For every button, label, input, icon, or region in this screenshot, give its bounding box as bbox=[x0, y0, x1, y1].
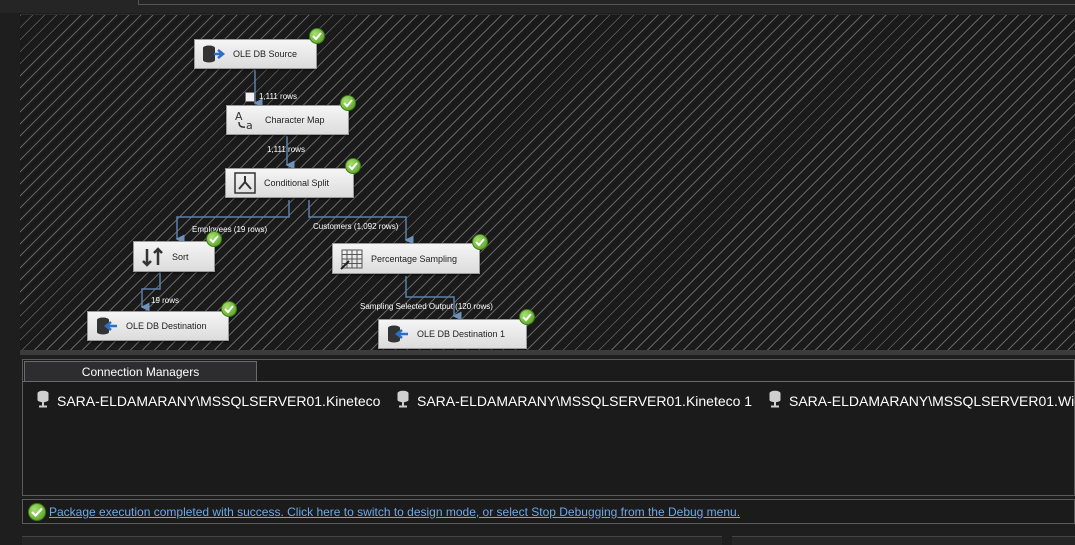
conditional-split-icon bbox=[232, 170, 258, 196]
success-icon bbox=[28, 502, 46, 521]
task-ole-db-source[interactable]: OLE DB Source bbox=[194, 39, 317, 69]
percentage-sampling-icon bbox=[339, 246, 365, 272]
connection-manager-label: SARA-ELDAMARANY\MSSQLSERVER01.Wide bbox=[789, 392, 1075, 409]
connection-manager-label: SARA-ELDAMARANY\MSSQLSERVER01.Kineteco bbox=[57, 392, 381, 409]
success-icon bbox=[472, 234, 488, 250]
connection-manager-item[interactable]: SARA-ELDAMARANY\MSSQLSERVER01.Wide bbox=[768, 390, 1075, 411]
task-label: Conditional Split bbox=[264, 178, 330, 188]
success-icon bbox=[221, 301, 237, 317]
data-flow-canvas[interactable]: 1,111 rows 1,111 rows Employees (19 rows… bbox=[20, 14, 1075, 351]
svg-text:A: A bbox=[235, 110, 243, 123]
path-label-split-to-sort: Employees (19 rows) bbox=[192, 225, 268, 234]
task-label: Percentage Sampling bbox=[371, 253, 458, 264]
task-label: Sort bbox=[172, 251, 189, 262]
ole-db-destination-icon bbox=[385, 321, 411, 347]
switch-to-design-mode-link[interactable]: Package execution completed with success… bbox=[49, 505, 740, 519]
database-icon bbox=[36, 390, 50, 411]
sort-icon bbox=[140, 244, 166, 270]
ole-db-destination-icon bbox=[94, 313, 120, 339]
task-ole-db-destination[interactable]: OLE DB Destination bbox=[87, 311, 229, 341]
success-icon bbox=[345, 158, 361, 174]
success-icon bbox=[206, 231, 222, 247]
success-icon bbox=[519, 309, 535, 325]
task-ole-db-destination-1[interactable]: OLE DB Destination 1 bbox=[378, 319, 527, 349]
task-sort[interactable]: Sort bbox=[133, 241, 215, 272]
character-map-icon: A a bbox=[233, 107, 259, 133]
path-label-split-to-sampling: Customers (1,092 rows) bbox=[313, 222, 399, 231]
task-label: OLE DB Destination bbox=[126, 321, 207, 331]
ole-db-source-icon bbox=[201, 41, 227, 67]
connection-manager-item[interactable]: SARA-ELDAMARANY\MSSQLSERVER01.Kineteco 1 bbox=[396, 390, 752, 411]
connection-manager-label: SARA-ELDAMARANY\MSSQLSERVER01.Kineteco 1 bbox=[417, 392, 753, 409]
panel-splitter[interactable] bbox=[20, 350, 1075, 355]
task-character-map[interactable]: A a Character Map bbox=[226, 105, 349, 135]
task-conditional-split[interactable]: Conditional Split bbox=[225, 168, 354, 198]
database-icon bbox=[768, 390, 782, 411]
ssis-designer: 1,111 rows 1,111 rows Employees (19 rows… bbox=[0, 0, 1075, 545]
execution-status-bar: Package execution completed with success… bbox=[22, 499, 1075, 524]
path-label-sort-to-dest: 19 rows bbox=[151, 296, 180, 305]
task-percentage-sampling[interactable]: Percentage Sampling bbox=[332, 243, 480, 274]
task-label: OLE DB Source bbox=[233, 49, 298, 59]
path-label-charmap-to-split: 1,111 rows bbox=[267, 145, 305, 154]
data-viewer-icon[interactable] bbox=[245, 92, 255, 102]
svg-text:a: a bbox=[246, 119, 253, 131]
path-label-source-to-charmap: 1,111 rows bbox=[259, 92, 297, 101]
designer-tab-strip bbox=[0, 0, 1075, 13]
connection-managers-panel: Connection Managers SARA-ELDAMARANY\MSSQ… bbox=[22, 359, 1075, 496]
task-label: OLE DB Destination 1 bbox=[417, 329, 506, 339]
tab-connection-managers[interactable]: Connection Managers bbox=[24, 361, 257, 381]
bottom-pane-left bbox=[22, 536, 722, 545]
bottom-pane-right bbox=[732, 536, 1075, 545]
connection-manager-item[interactable]: SARA-ELDAMARANY\MSSQLSERVER01.Kineteco bbox=[36, 390, 380, 411]
database-icon bbox=[396, 390, 410, 411]
task-label: Character Map bbox=[265, 115, 325, 125]
success-icon bbox=[340, 95, 356, 111]
path-split-to-sampling bbox=[308, 200, 414, 245]
path-label-sampling-to-dest1: Sampling Selected Output (120 rows) bbox=[360, 302, 493, 311]
success-icon bbox=[309, 28, 325, 44]
